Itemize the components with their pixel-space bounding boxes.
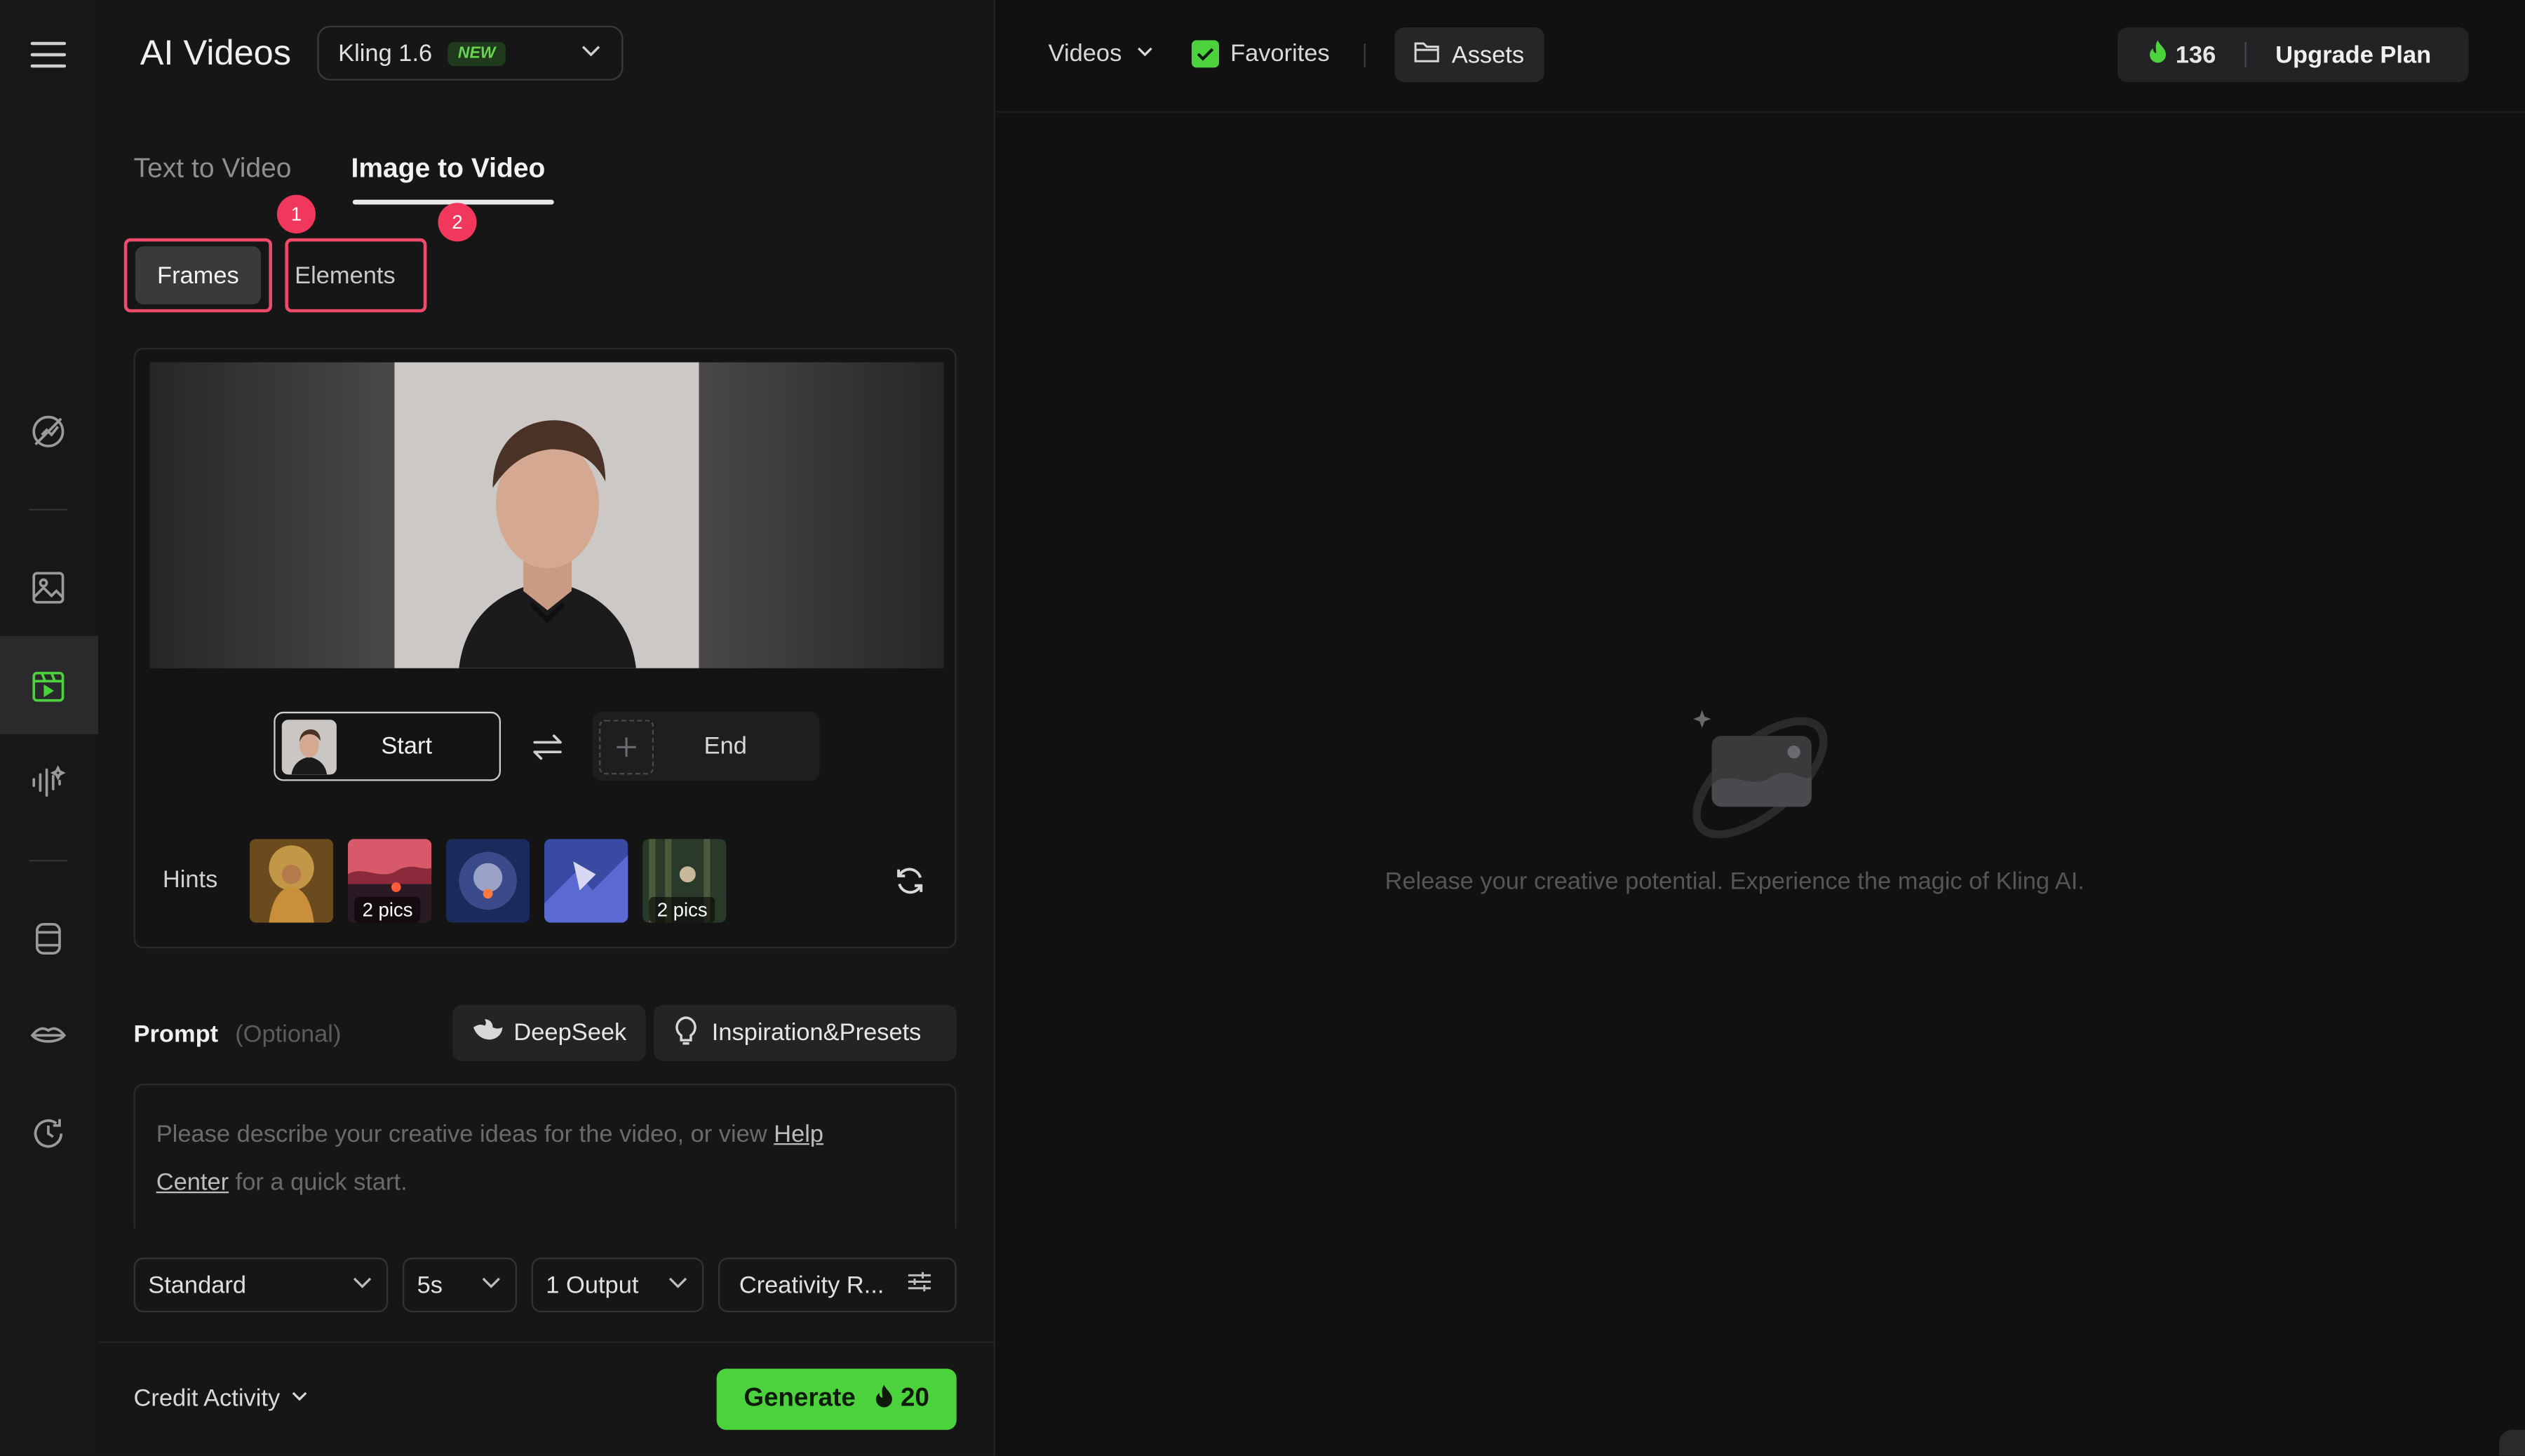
chevron-down-icon [580, 39, 602, 67]
new-badge: NEW [448, 41, 506, 65]
tab-text-to-video[interactable]: Text to Video [134, 153, 292, 185]
menu-icon[interactable] [29, 36, 67, 74]
credits-bar: 136 Upgrade Plan [2117, 27, 2469, 83]
inspiration-label: Inspiration&Presets [711, 1019, 922, 1047]
prompt-label: Prompt [133, 1020, 219, 1049]
generate-label: Generate [743, 1384, 856, 1413]
assets-button[interactable]: Assets [1394, 27, 1544, 83]
clothing-icon[interactable] [29, 919, 67, 958]
image-icon[interactable] [29, 568, 67, 607]
annotation-badge-2: 2 [438, 203, 477, 242]
hint-thumbnail[interactable] [445, 839, 530, 923]
page-title: AI Videos [140, 32, 292, 73]
frames-button-frame[interactable]: Frames [123, 238, 273, 313]
credit-activity-button[interactable]: Credit Activity [133, 1384, 309, 1413]
preview-blur-left [149, 362, 395, 668]
folder-icon [1415, 40, 1441, 69]
audio-icon[interactable] [29, 763, 67, 802]
add-end-frame-icon[interactable] [599, 719, 654, 774]
assets-label: Assets [1451, 41, 1525, 69]
frames-card: Start End Hints 2 pics 2 pics [133, 347, 957, 949]
image-preview[interactable] [149, 362, 944, 668]
frames-button[interactable]: Frames [135, 246, 261, 304]
help-center-link-2[interactable]: Center [156, 1169, 229, 1197]
empty-state-illustration-icon [1683, 703, 1837, 860]
footer-divider [98, 1341, 994, 1343]
start-frame-thumbnail [281, 719, 337, 774]
hint-thumbnail[interactable] [544, 839, 628, 923]
elements-button[interactable]: Elements [285, 238, 427, 313]
credit-activity-label: Credit Activity [133, 1384, 281, 1413]
deepseek-icon [472, 1017, 504, 1049]
lips-icon[interactable] [29, 1016, 67, 1055]
hint-thumbnail[interactable]: 2 pics [642, 839, 727, 923]
start-frame-button[interactable]: Start [274, 711, 501, 781]
chevron-down-icon [480, 1270, 502, 1299]
scroll-corner [2499, 1429, 2525, 1456]
prompt-placeholder-b: for a quick start. [229, 1168, 408, 1197]
videos-filter-label: Videos [1048, 40, 1122, 68]
flame-icon [2148, 40, 2168, 69]
hints-label: Hints [162, 866, 218, 894]
topbar-bottom-border [993, 111, 2525, 113]
chevron-down-icon [1135, 40, 1154, 67]
videos-filter-select[interactable]: Videos [1049, 40, 1154, 67]
upgrade-plan-button[interactable]: Upgrade Plan [2275, 41, 2431, 69]
flame-icon [875, 1384, 894, 1415]
prompt-placeholder-a: Please describe your creative ideas for … [156, 1120, 774, 1148]
outputs-select[interactable]: 1 Output [531, 1258, 704, 1313]
mode-value: Standard [148, 1271, 247, 1299]
favorites-checkbox[interactable]: Favorites [1191, 40, 1330, 68]
lightbulb-icon [673, 1016, 699, 1051]
video-icon[interactable] [29, 667, 67, 706]
deepseek-label: DeepSeek [513, 1019, 627, 1047]
credits-count: 136 [2175, 41, 2216, 69]
chevron-down-icon [351, 1270, 374, 1299]
duration-value: 5s [417, 1271, 443, 1299]
checkbox-checked-icon [1191, 40, 1219, 68]
left-rail [0, 0, 100, 1456]
chevron-down-icon [667, 1270, 689, 1299]
end-label: End [703, 732, 747, 760]
empty-state-message: Release your creative potential. Experie… [1385, 868, 2085, 896]
model-select[interactable]: Kling 1.6 NEW [317, 25, 624, 81]
prompt-optional-label: (Optional) [235, 1020, 342, 1049]
hint-pics-count: 2 pics [649, 896, 716, 923]
deepseek-button[interactable]: DeepSeek [452, 1004, 646, 1061]
start-label: Start [381, 732, 433, 760]
creativity-value: Creativity R... [739, 1271, 884, 1299]
credits-divider [2244, 41, 2247, 68]
history-icon[interactable] [29, 1114, 67, 1153]
prompt-textarea[interactable]: Please describe your creative ideas for … [133, 1084, 957, 1229]
topbar-divider [1364, 43, 1366, 68]
hint-thumbnail[interactable] [249, 839, 334, 923]
rail-divider [29, 508, 68, 511]
generation-panel: AI Videos Kling 1.6 NEW Text to Video Im… [98, 0, 995, 1456]
refresh-hints-icon[interactable] [894, 865, 926, 905]
sliders-icon [907, 1270, 933, 1299]
swap-frames-icon[interactable] [530, 729, 565, 773]
explore-icon[interactable] [29, 412, 67, 451]
generate-button[interactable]: Generate 20 [716, 1368, 957, 1430]
tab-image-to-video[interactable]: Image to Video [351, 153, 546, 185]
model-name: Kling 1.6 [338, 39, 433, 67]
favorites-label: Favorites [1230, 40, 1330, 68]
end-frame-button[interactable]: End [592, 711, 820, 781]
help-center-link[interactable]: Help [774, 1121, 823, 1148]
outputs-value: 1 Output [546, 1271, 639, 1299]
chevron-down-icon [290, 1384, 309, 1412]
mode-select[interactable]: Standard [133, 1258, 389, 1313]
hint-pics-count: 2 pics [354, 896, 422, 923]
app-root: AI Videos Kling 1.6 NEW Text to Video Im… [0, 0, 2525, 1456]
rail-divider-2 [29, 860, 68, 862]
annotation-badge-1: 1 [276, 194, 316, 234]
duration-select[interactable]: 5s [402, 1258, 517, 1313]
creativity-settings-button[interactable]: Creativity R... [718, 1258, 957, 1313]
portrait-photo [394, 362, 699, 668]
inspiration-presets-button[interactable]: Inspiration&Presets [654, 1004, 957, 1061]
generate-cost: 20 [901, 1384, 929, 1413]
hint-thumbnail[interactable]: 2 pics [347, 839, 432, 923]
preview-blur-right [699, 362, 944, 668]
